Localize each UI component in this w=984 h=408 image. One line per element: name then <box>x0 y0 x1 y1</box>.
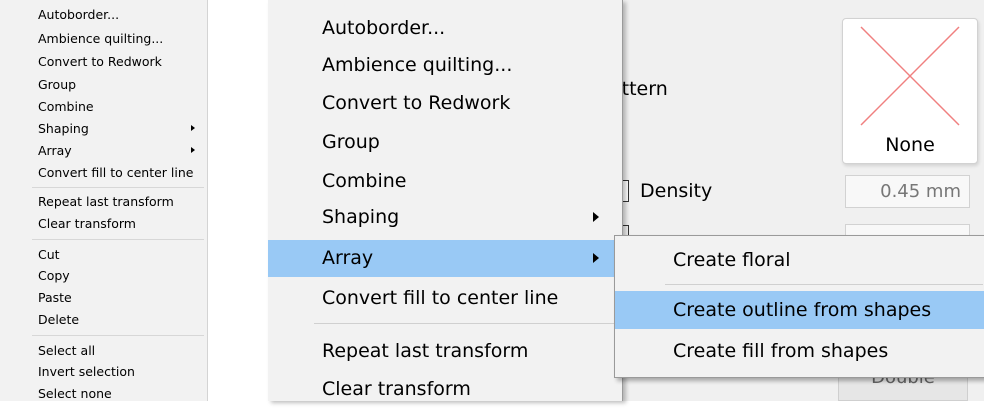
small-context-menu: Autoborder... Ambience quilting... Conve… <box>0 0 208 401</box>
small-menu-item-select-none[interactable]: Select none <box>38 384 112 404</box>
small-menu-item-convert-fill[interactable]: Convert fill to center line <box>38 163 193 183</box>
small-menu-item-select-all[interactable]: Select all <box>38 341 95 361</box>
menu-item-shaping[interactable]: Shaping <box>268 199 622 236</box>
menu-item-convert-to-redwork[interactable]: Convert to Redwork <box>268 85 622 122</box>
small-menu-item-autoborder[interactable]: Autoborder... <box>38 5 119 25</box>
menu-item-convert-fill-to-center-line[interactable]: Convert fill to center line <box>268 280 622 317</box>
menu-item-repeat-last-transform[interactable]: Repeat last transform <box>268 333 622 370</box>
menu-item-autoborder[interactable]: Autoborder... <box>268 10 622 47</box>
menu-separator <box>665 284 983 285</box>
menu-separator <box>32 335 204 336</box>
submenu-arrow-icon <box>191 125 195 131</box>
menu-item-group[interactable]: Group <box>268 124 622 161</box>
menu-item-clear-transform[interactable]: Clear transform <box>268 371 622 408</box>
submenu-item-create-fill-from-shapes[interactable]: Create fill from shapes <box>615 332 984 370</box>
none-tile-label: None <box>885 134 935 156</box>
context-menu: Autoborder... Ambience quilting... Conve… <box>268 0 623 401</box>
pattern-none-tile[interactable]: None <box>842 18 978 164</box>
small-menu-item-combine[interactable]: Combine <box>38 97 94 117</box>
submenu-arrow-icon <box>593 212 599 222</box>
menu-item-ambience-quilting[interactable]: Ambience quilting... <box>268 47 622 84</box>
small-menu-item-copy[interactable]: Copy <box>38 266 70 286</box>
small-menu-item-array[interactable]: Array <box>38 141 72 161</box>
submenu-arrow-icon <box>593 253 599 263</box>
submenu-item-create-outline-from-shapes[interactable]: Create outline from shapes <box>615 291 984 329</box>
submenu-arrow-icon <box>191 147 195 153</box>
small-menu-item-delete[interactable]: Delete <box>38 310 79 330</box>
menu-separator <box>32 187 204 188</box>
small-menu-item-ambience-quilting[interactable]: Ambience quilting... <box>38 29 163 49</box>
menu-item-array[interactable]: Array <box>268 240 622 277</box>
small-menu-item-group[interactable]: Group <box>38 75 76 95</box>
menu-separator <box>314 323 616 324</box>
small-menu-item-cut[interactable]: Cut <box>38 245 60 265</box>
density-label: Density <box>640 180 713 202</box>
small-menu-item-convert-to-redwork[interactable]: Convert to Redwork <box>38 52 162 72</box>
small-menu-item-invert-selection[interactable]: Invert selection <box>38 362 135 382</box>
array-submenu: Create floral Create outline from shapes… <box>614 235 984 378</box>
small-menu-item-shaping[interactable]: Shaping <box>38 119 89 139</box>
density-field[interactable]: 0.45 mm <box>845 175 970 208</box>
small-menu-item-clear-transform[interactable]: Clear transform <box>38 214 136 234</box>
menu-separator <box>32 239 204 240</box>
small-menu-item-paste[interactable]: Paste <box>38 288 72 308</box>
submenu-item-create-floral[interactable]: Create floral <box>615 241 984 279</box>
menu-item-combine[interactable]: Combine <box>268 163 622 200</box>
small-menu-item-repeat-last-transform[interactable]: Repeat last transform <box>38 192 174 212</box>
